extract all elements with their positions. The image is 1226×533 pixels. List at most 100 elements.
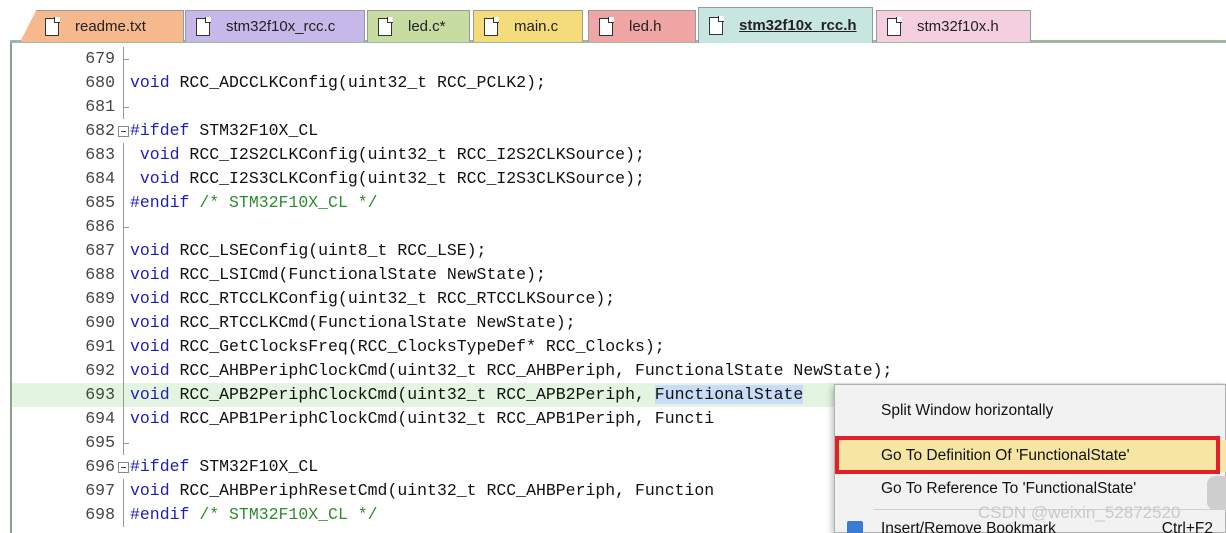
line-number: 688 bbox=[85, 265, 115, 284]
fold-guide-line bbox=[123, 239, 124, 263]
line-number: 683 bbox=[85, 145, 115, 164]
highlight-annotation-box bbox=[835, 436, 1220, 474]
code-text: void RCC_LSEConfig(uint8_t RCC_LSE); bbox=[130, 239, 486, 263]
tab-main-c[interactable]: main.c bbox=[473, 10, 583, 42]
code-token: void bbox=[130, 481, 170, 500]
code-line[interactable]: 681 bbox=[12, 95, 1226, 119]
tab-label: stm32f10x.h bbox=[917, 18, 999, 35]
fold-guide-line bbox=[123, 335, 124, 359]
tab-stm32f10x-h[interactable]: stm32f10x.h bbox=[876, 10, 1031, 42]
tab-label: main.c bbox=[514, 18, 559, 35]
line-number: 696 bbox=[85, 457, 115, 476]
code-token: RCC_LSICmd(FunctionalState NewState); bbox=[169, 265, 546, 284]
code-text: void RCC_LSICmd(FunctionalState NewState… bbox=[130, 263, 546, 287]
menu-item-split-window[interactable]: Split Window horizontally bbox=[835, 395, 1226, 427]
line-number: 693 bbox=[85, 385, 115, 404]
code-token: RCC_APB2PeriphClockCmd(uint32_t RCC_APB2… bbox=[169, 385, 655, 404]
code-token: void bbox=[130, 361, 170, 380]
code-text: void RCC_I2S2CLKConfig(uint32_t RCC_I2S2… bbox=[130, 143, 645, 167]
code-line[interactable]: 680 void RCC_ADCCLKConfig(uint32_t RCC_PC… bbox=[12, 71, 1226, 95]
code-line[interactable]: 687 void RCC_LSEConfig(uint8_t RCC_LSE); bbox=[12, 239, 1226, 263]
code-token: RCC_I2S2CLKConfig(uint32_t RCC_I2S2CLKSo… bbox=[179, 145, 645, 164]
editor-tab-bar: readme.txt stm32f10x_rcc.c led.c* main.c led… bbox=[0, 0, 1226, 44]
code-token: void bbox=[139, 169, 180, 188]
code-text: void RCC_APB2PeriphClockCmd(uint32_t RCC… bbox=[130, 383, 804, 407]
code-line[interactable]: 685 #endif /* STM32F10X_CL */ bbox=[12, 191, 1226, 215]
tab-label: stm32f10x_rcc.h bbox=[739, 17, 857, 34]
selected-text: FunctionalState bbox=[654, 385, 804, 404]
fold-guide-line bbox=[123, 71, 124, 95]
line-number: 694 bbox=[85, 409, 115, 428]
code-token: #ifdef bbox=[130, 457, 190, 476]
code-token: void bbox=[130, 313, 170, 332]
code-text: void RCC_ADCCLKConfig(uint32_t RCC_PCLK2… bbox=[130, 71, 546, 95]
fold-guide-line bbox=[123, 311, 124, 335]
line-number: 687 bbox=[85, 241, 115, 260]
fold-guide-line bbox=[123, 359, 124, 383]
tab-stm32f10x-rcc-h[interactable]: stm32f10x_rcc.h bbox=[698, 7, 873, 43]
tab-stm32f10x-rcc-c[interactable]: stm32f10x_rcc.c bbox=[185, 10, 365, 42]
file-icon bbox=[45, 17, 60, 36]
fold-guide-line bbox=[123, 503, 124, 527]
tab-led-c-[interactable]: led.c* bbox=[367, 10, 470, 42]
line-number: 690 bbox=[85, 313, 115, 332]
fold-guide-tick bbox=[123, 107, 129, 108]
code-token: RCC_AHBPeriphResetCmd(uint32_t RCC_AHBPe… bbox=[169, 481, 715, 500]
line-number: 684 bbox=[85, 169, 115, 188]
code-line[interactable]: 690 void RCC_RTCCLKCmd(FunctionalState Ne… bbox=[12, 311, 1226, 335]
fold-guide-line bbox=[123, 407, 124, 431]
line-number: 692 bbox=[85, 361, 115, 380]
code-line[interactable]: 684 void RCC_I2S3CLKConfig(uint32_t RCC_… bbox=[12, 167, 1226, 191]
code-token: RCC_AHBPeriphClockCmd(uint32_t RCC_AHBPe… bbox=[169, 361, 893, 380]
code-line[interactable]: 691 void RCC_GetClocksFreq(RCC_ClocksType… bbox=[12, 335, 1226, 359]
code-text: #endif /* STM32F10X_CL */ bbox=[130, 503, 378, 527]
code-line[interactable]: 689 void RCC_RTCCLKConfig(uint32_t RCC_RT… bbox=[12, 287, 1226, 311]
code-token: RCC_RTCCLKConfig(uint32_t RCC_RTCCLKSour… bbox=[169, 289, 616, 308]
code-text: void RCC_APB1PeriphClockCmd(uint32_t RCC… bbox=[130, 407, 714, 431]
code-token: #ifdef bbox=[130, 121, 190, 140]
tab-readme-txt[interactable]: readme.txt bbox=[20, 10, 184, 42]
code-token: RCC_I2S3CLKConfig(uint32_t RCC_I2S3CLKSo… bbox=[179, 169, 645, 188]
code-text: void RCC_RTCCLKConfig(uint32_t RCC_RTCCL… bbox=[130, 287, 615, 311]
code-token: void bbox=[130, 385, 170, 404]
code-token: void bbox=[130, 265, 170, 284]
code-line[interactable]: 679 bbox=[12, 47, 1226, 71]
fold-guide-line bbox=[123, 191, 124, 215]
line-number: 682 bbox=[85, 121, 115, 140]
fold-guide-line bbox=[123, 143, 124, 167]
code-text: #ifdef STM32F10X_CL bbox=[130, 119, 318, 143]
code-text: void RCC_GetClocksFreq(RCC_ClocksTypeDef… bbox=[130, 335, 665, 359]
tab-led-h[interactable]: led.h bbox=[588, 10, 696, 42]
code-token: void bbox=[130, 241, 170, 260]
code-token: RCC_ADCCLKConfig(uint32_t RCC_PCLK2); bbox=[169, 73, 546, 92]
file-icon bbox=[599, 17, 614, 36]
fold-guide-tick bbox=[123, 59, 129, 60]
line-number: 680 bbox=[85, 73, 115, 92]
file-icon bbox=[887, 17, 902, 36]
code-token: void bbox=[130, 73, 170, 92]
file-icon bbox=[484, 17, 499, 36]
code-token: RCC_APB1PeriphClockCmd(uint32_t RCC_APB1… bbox=[169, 409, 715, 428]
fold-toggle-icon[interactable] bbox=[118, 462, 129, 473]
watermark: CSDN @weixin_52872520 bbox=[978, 503, 1181, 522]
code-token: void bbox=[130, 409, 170, 428]
line-number: 689 bbox=[85, 289, 115, 308]
line-number: 679 bbox=[85, 49, 115, 68]
code-line[interactable]: 688 void RCC_LSICmd(FunctionalState NewSt… bbox=[12, 263, 1226, 287]
code-text: void RCC_I2S3CLKConfig(uint32_t RCC_I2S3… bbox=[130, 167, 645, 191]
fold-toggle-icon[interactable] bbox=[118, 126, 129, 137]
menu-item-go-to-reference[interactable]: Go To Reference To 'FunctionalState' bbox=[835, 473, 1226, 505]
code-token: /* STM32F10X_CL */ bbox=[199, 193, 378, 212]
line-number: 691 bbox=[85, 337, 115, 356]
code-line[interactable]: 682 #ifdef STM32F10X_CL bbox=[12, 119, 1226, 143]
code-line[interactable]: 692 void RCC_AHBPeriphClockCmd(uint32_t R… bbox=[12, 359, 1226, 383]
code-line[interactable]: 683 void RCC_I2S2CLKConfig(uint32_t RCC_… bbox=[12, 143, 1226, 167]
fold-guide-tick bbox=[123, 443, 129, 444]
fold-guide-line bbox=[123, 263, 124, 287]
scrollbar-thumb[interactable] bbox=[1207, 476, 1226, 510]
tab-label: led.h bbox=[629, 18, 662, 35]
fold-guide-line bbox=[123, 287, 124, 311]
code-line[interactable]: 686 bbox=[12, 215, 1226, 239]
